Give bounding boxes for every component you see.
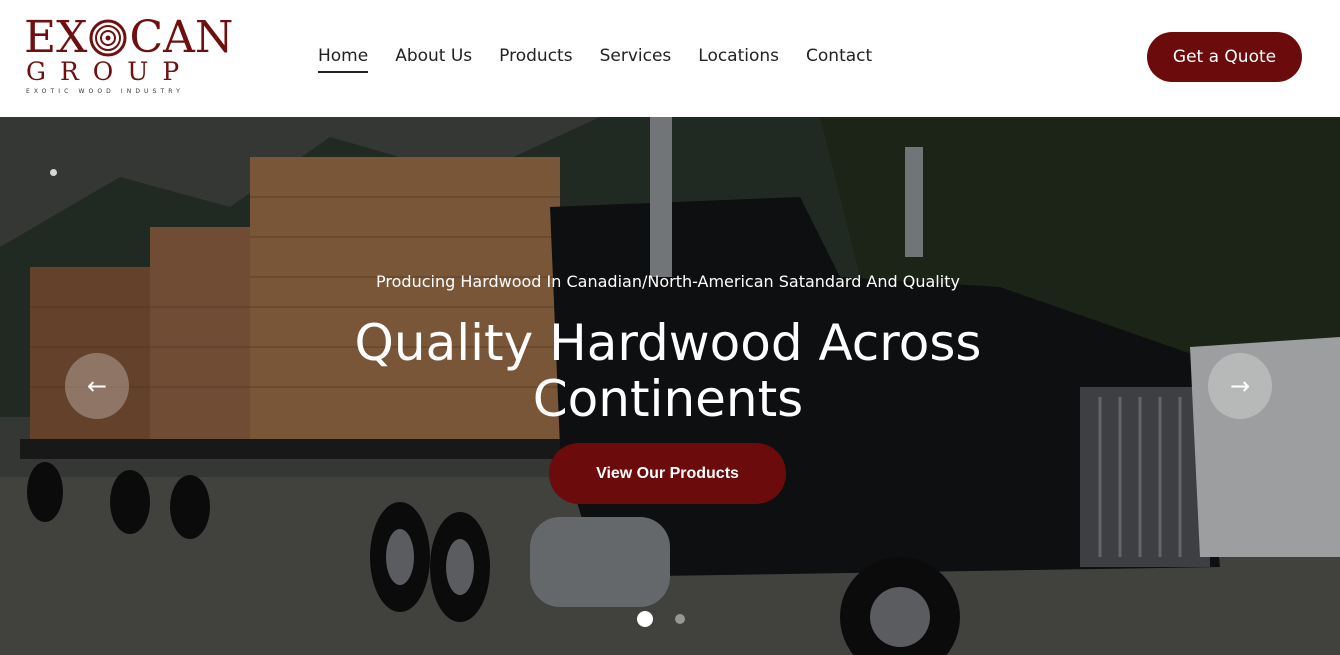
nav-item-home[interactable]: Home <box>318 45 369 73</box>
slider-dot-2[interactable] <box>675 614 685 624</box>
arrow-right-icon: → <box>1229 372 1251 400</box>
nav-item-about-us[interactable]: About Us <box>395 45 472 73</box>
nav-item-services[interactable]: Services <box>600 45 672 73</box>
slider-pagination <box>637 611 685 627</box>
slider-dot-1[interactable] <box>637 611 653 627</box>
arrow-left-icon: ← <box>86 372 108 400</box>
slide-indicator-dot <box>50 169 57 176</box>
log-rings-icon <box>88 19 128 57</box>
get-quote-button[interactable]: Get a Quote <box>1147 32 1302 82</box>
logo-word-end: CAN <box>129 12 234 63</box>
slider-next-button[interactable]: → <box>1208 353 1272 419</box>
slider-prev-button[interactable]: ← <box>65 353 129 419</box>
site-header: EX CAN GROUP EXOTIC WOOD INDUSTRY Home A… <box>0 0 1340 117</box>
hero-title: Quality Hardwood Across Continents <box>354 314 982 428</box>
logo-word-start: EX <box>24 12 88 63</box>
brand-logo[interactable]: EX CAN GROUP EXOTIC WOOD INDUSTRY <box>24 16 233 98</box>
logo-group: GROUP <box>26 57 194 86</box>
hero-slider: Producing Hardwood In Canadian/North-Ame… <box>0 117 1340 655</box>
nav-item-locations[interactable]: Locations <box>698 45 779 73</box>
logo-tagline: EXOTIC WOOD INDUSTRY <box>26 88 184 95</box>
logo-wordmark: EX CAN <box>24 16 233 60</box>
nav-item-products[interactable]: Products <box>499 45 572 73</box>
main-nav: Home About Us Products Services Location… <box>318 45 899 73</box>
hero-subtitle: Producing Hardwood In Canadian/North-Ame… <box>376 272 960 291</box>
nav-item-contact[interactable]: Contact <box>806 45 872 73</box>
view-products-button[interactable]: View Our Products <box>549 443 786 504</box>
